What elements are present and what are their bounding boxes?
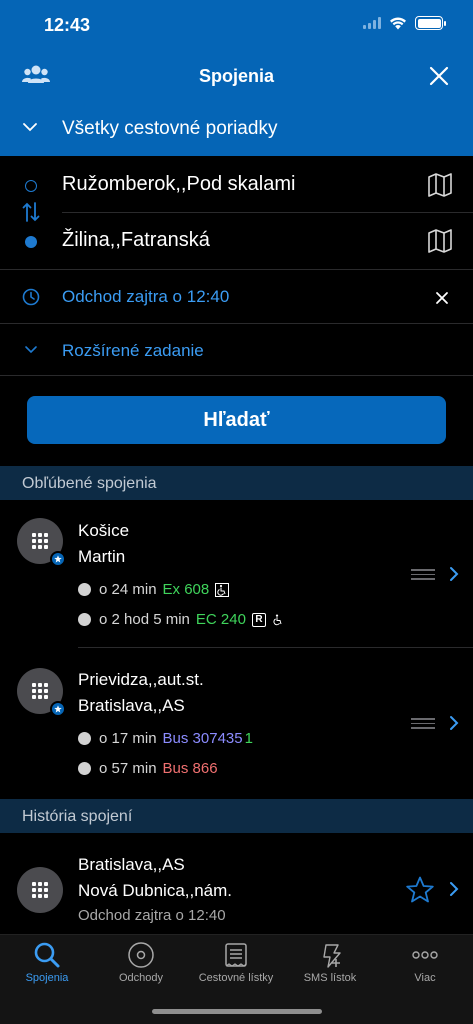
status-dot [78, 583, 91, 596]
reorder-handle-icon[interactable] [411, 718, 435, 730]
history-header: História spojení [0, 799, 473, 833]
timetables-label: Všetky cestovné poriadky [62, 118, 278, 139]
advanced-search-label: Rozšírené zadanie [62, 341, 204, 360]
clock-icon [22, 288, 40, 306]
train-number: Ex 608 [162, 581, 210, 598]
tab-cestovne-listky[interactable]: Cestovné lístky [189, 935, 283, 995]
search-button[interactable]: Hľadať [27, 396, 446, 444]
tab-label: Cestovné lístky [198, 972, 274, 984]
trip-time: o 2 hod 5 min [99, 611, 190, 628]
from-value: Ružomberok,,Pod skalami [62, 173, 296, 195]
divider [0, 269, 473, 270]
grid-icon [32, 882, 48, 898]
tab-label: Spojenia [25, 972, 69, 984]
trip-time: o 24 min [99, 581, 157, 598]
trip-time: o 17 min [99, 730, 157, 747]
to-field[interactable]: Žilina,,Fatranská [0, 214, 473, 270]
favorites-header-label: Obľúbené spojenia [22, 475, 157, 492]
star-outline-icon[interactable] [405, 875, 435, 905]
tab-sms-listok[interactable]: SMS lístok [283, 935, 377, 995]
connection-avatar [17, 668, 66, 717]
close-icon[interactable] [427, 64, 451, 88]
status-bar: 12:43 [0, 0, 473, 52]
nav-bar: Spojenia [0, 52, 473, 102]
connection-from: Prievidza,,aut.st. [78, 670, 204, 689]
wheelchair-icon [273, 614, 282, 625]
chevron-right-icon [450, 567, 459, 581]
tab-viac[interactable]: Viac [378, 935, 472, 995]
to-value: Žilina,,Fatranská [62, 229, 210, 251]
tab-label: SMS lístok [303, 972, 357, 984]
favorite-connection[interactable]: Prievidza,,aut.st. Bratislava,,AS o 17 m… [0, 649, 473, 797]
home-indicator[interactable] [152, 1009, 322, 1014]
tab-label: Viac [414, 972, 436, 984]
favorite-connection[interactable]: Košice Martin o 24 min Ex 608 o 2 hod 5 … [0, 500, 473, 648]
connection-from: Bratislava,,AS [78, 855, 185, 874]
connection-departure: Odchod zajtra o 12:40 [78, 907, 226, 924]
history-connection[interactable]: Bratislava,,AS Nová Dubnica,,nám. Odchod… [0, 834, 473, 934]
platform-number: 1 [244, 730, 253, 747]
status-dot [78, 732, 91, 745]
departure-time-value: Odchod zajtra o 12:40 [62, 287, 230, 306]
bus-number: Bus 307435 [162, 730, 243, 747]
tab-label: Odchody [118, 972, 164, 984]
trip-row: o 57 min Bus 866 [78, 760, 218, 777]
status-dot [78, 613, 91, 626]
wheelchair-icon [215, 582, 230, 597]
timetables-selector[interactable]: Všetky cestovné poriadky [0, 104, 473, 154]
grid-icon [32, 683, 48, 699]
reorder-handle-icon[interactable] [411, 569, 435, 581]
favorites-header: Obľúbené spojenia [0, 466, 473, 500]
chevron-down-icon [23, 123, 37, 132]
grid-icon [32, 533, 48, 549]
origin-marker-icon [25, 180, 37, 192]
search-icon [34, 942, 60, 968]
reservation-icon: R [251, 612, 266, 627]
departures-icon [128, 942, 154, 968]
bus-number: Bus 866 [162, 760, 218, 777]
trip-row: o 17 min Bus 307435 1 [78, 730, 253, 747]
connection-avatar [17, 867, 63, 913]
advanced-search-toggle[interactable]: Rozšírené zadanie [0, 325, 473, 376]
chevron-down-icon [25, 346, 37, 354]
favorite-star-icon [50, 551, 66, 567]
chevron-right-icon [450, 882, 459, 896]
map-icon[interactable] [427, 172, 453, 198]
tab-odchody[interactable]: Odchody [94, 935, 188, 995]
status-time: 12:43 [44, 15, 91, 35]
signal-icon [363, 17, 381, 29]
history-header-label: História spojení [22, 808, 133, 825]
sms-ticket-icon [323, 944, 341, 968]
more-icon [412, 951, 438, 959]
status-dot [78, 762, 91, 775]
favorite-star-icon [50, 701, 66, 717]
map-icon[interactable] [427, 228, 453, 254]
chevron-right-icon [450, 716, 459, 730]
connection-to: Bratislava,,AS [78, 696, 185, 715]
tab-spojenia[interactable]: Spojenia [0, 935, 94, 995]
divider [78, 647, 473, 648]
connection-from: Košice [78, 521, 130, 540]
divider [0, 375, 473, 376]
departure-time-field[interactable]: Odchod zajtra o 12:40 [0, 271, 473, 324]
destination-marker-icon [25, 236, 37, 248]
divider [0, 323, 473, 324]
trip-row: o 2 hod 5 min EC 240 R [78, 611, 284, 628]
ticket-icon [225, 943, 247, 967]
connection-avatar [17, 518, 66, 567]
status-icons [363, 16, 446, 30]
wifi-icon [390, 17, 406, 29]
trip-row: o 24 min Ex 608 [78, 581, 230, 598]
page-title: Spojenia [198, 66, 274, 86]
from-field[interactable]: Ružomberok,,Pod skalami [0, 158, 473, 213]
battery-icon [415, 16, 446, 30]
divider [62, 212, 473, 213]
connection-to: Martin [78, 547, 126, 566]
train-number: EC 240 [195, 611, 246, 628]
clear-icon[interactable] [435, 291, 449, 305]
connection-to: Nová Dubnica,,nám. [78, 881, 233, 900]
trip-time: o 57 min [99, 760, 157, 777]
